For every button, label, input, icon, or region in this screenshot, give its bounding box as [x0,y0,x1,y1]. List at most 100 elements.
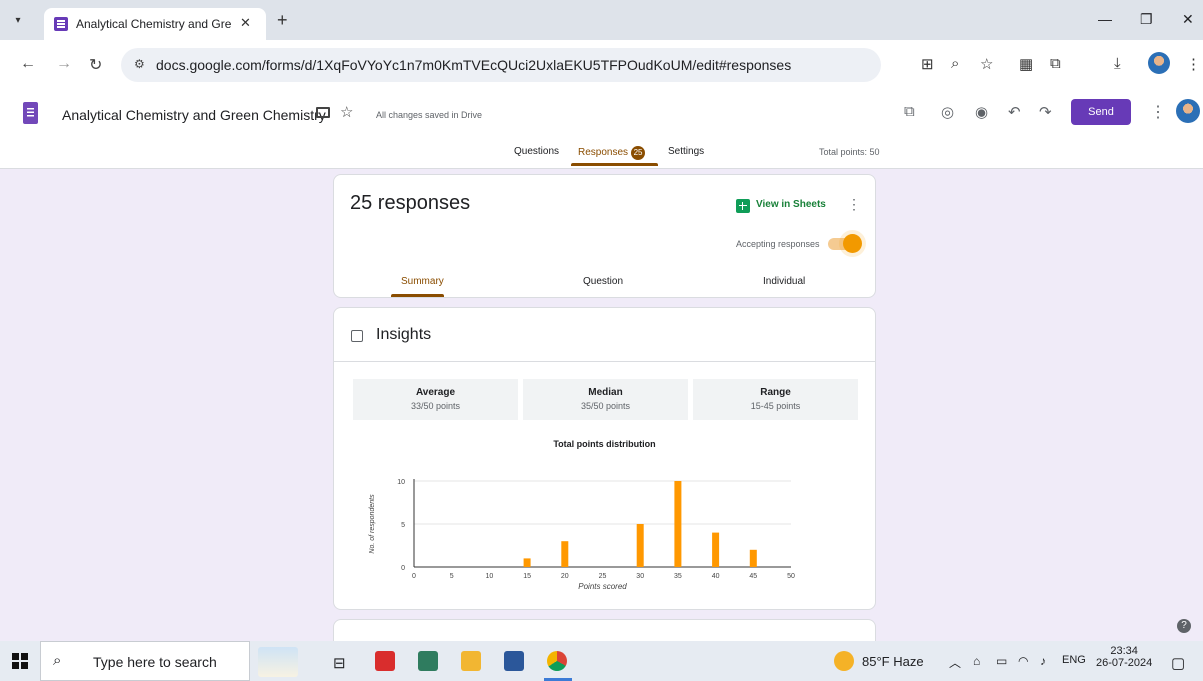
undo-icon[interactable]: ↶ [1008,103,1021,121]
back-icon[interactable]: ← [20,55,36,73]
bar [523,558,531,567]
address-bar[interactable]: ⚙ docs.google.com/forms/d/1XqFoVYoYc1n7m… [121,48,881,82]
browser-tab[interactable]: Analytical Chemistry and Green ✕ [44,8,266,40]
wifi-icon[interactable]: ◠ [1018,654,1028,668]
forms-favicon-icon [54,17,68,31]
y-tick-label: 0 [401,565,405,572]
url-text[interactable]: docs.google.com/forms/d/1XqFoVYoYc1n7m0K… [156,57,791,73]
total-points: Total points: 50 [819,147,880,157]
points-distribution-chart: 0 5 10 0 5 10 15 20 25 30 35 40 45 50 Points scored No.… [369,479,795,591]
x-axis-label: Points scored [578,582,627,591]
onedrive-icon[interactable]: ⌂ [973,654,980,668]
weather-text[interactable]: 85°F Haze [862,654,924,669]
chrome-icon[interactable] [547,651,567,671]
more-options-icon[interactable]: ⋮ [1150,102,1166,122]
task-view-icon[interactable]: ⊟ [333,654,346,672]
subtab-individual[interactable]: Individual [763,276,805,287]
bar [636,524,644,567]
send-button[interactable]: Send [1071,99,1131,125]
reload-icon[interactable]: ↻ [89,55,102,75]
zoom-icon[interactable]: ⌕ [951,55,959,72]
addons-icon[interactable]: ⧉ [904,103,915,120]
forms-header: Analytical Chemistry and Green Chemistry… [0,90,1203,169]
browser-tab-strip: ▾ Analytical Chemistry and Green ✕ + — ❐… [0,0,1203,40]
profile-avatar[interactable] [1148,52,1170,74]
x-tick-label: 20 [561,573,569,580]
responses-menu-icon[interactable]: ⋮ [847,196,861,213]
bar [749,549,757,567]
language-indicator[interactable]: ENG [1062,654,1086,666]
x-tick-label: 5 [450,573,454,580]
tab-title: Analytical Chemistry and Green [76,17,231,31]
sheets-icon[interactable] [736,199,750,213]
stat-average: Average 33/50 points [353,379,518,420]
subtab-indicator [391,294,444,297]
stat-label: Median [588,387,623,398]
close-tab-icon[interactable]: ✕ [240,15,251,31]
x-tick-label: 35 [674,573,682,580]
tab-search-icon[interactable]: ▾ [10,13,26,29]
responses-count: 25 responses [350,192,471,214]
tab-questions[interactable]: Questions [514,146,559,157]
word-icon[interactable] [504,651,524,671]
weather-icon[interactable] [834,651,854,671]
x-tick-label: 30 [636,573,644,580]
restore-icon[interactable]: ❐ [1140,11,1153,28]
taskbar-search-placeholder[interactable]: Type here to search [93,654,217,670]
forms-logo-icon[interactable] [23,102,38,124]
x-tick-label: 10 [486,573,494,580]
notifications-icon[interactable]: ▢ [1171,654,1185,672]
minimize-icon[interactable]: — [1098,11,1112,27]
y-tick-label: 10 [397,479,405,486]
chart-title: Total points distribution [553,439,656,449]
move-to-folder-icon[interactable] [316,107,330,118]
extensions-puzzle-icon[interactable]: ⧉ [1050,55,1061,72]
responses-count-badge: 25 [631,146,646,160]
extension-icon[interactable]: ▦ [1019,55,1033,73]
acrobat-icon[interactable] [375,651,395,671]
search-highlight-image-icon[interactable] [258,647,298,677]
star-icon[interactable]: ☆ [340,103,353,121]
redo-icon[interactable]: ↷ [1039,103,1052,121]
stat-range: Range 15-45 points [693,379,858,420]
forward-icon[interactable]: → [56,55,72,73]
help-icon[interactable]: ? [1177,619,1191,633]
bookmark-star-icon[interactable]: ☆ [980,55,993,73]
toggle-knob[interactable] [843,234,862,253]
tab-responses[interactable]: Responses 25 [578,146,646,160]
taskbar-clock[interactable]: 23:34 26-07-2024 [1096,645,1152,669]
windows-start-icon[interactable] [12,653,28,669]
preview-eye-icon[interactable]: ◉ [975,103,988,121]
download-icon[interactable]: ⤓ [1114,55,1121,72]
subtab-question[interactable]: Question [583,276,623,287]
bar [674,481,682,567]
volume-icon[interactable]: ♪ [1040,654,1046,668]
calculator-icon[interactable] [418,651,438,671]
tab-settings[interactable]: Settings [668,146,704,157]
stat-value: 35/50 points [580,401,631,411]
taskbar-search-box[interactable]: ⌕ Type here to search [40,641,250,681]
divider [334,361,875,362]
battery-icon[interactable]: ▭ [996,654,1007,668]
tray-chevron-icon[interactable]: ︿ [949,654,961,671]
palette-icon[interactable]: ◎ [941,103,954,121]
form-title[interactable]: Analytical Chemistry and Green Chemistry [62,107,326,123]
new-tab-icon[interactable]: + [277,11,288,29]
x-tick-label: 0 [412,573,416,580]
stat-label: Range [760,387,791,398]
view-in-sheets-link[interactable]: View in Sheets [756,199,826,210]
browser-toolbar: ← → ↻ ⚙ docs.google.com/forms/d/1XqFoVYo… [0,40,1203,90]
subtab-summary[interactable]: Summary [401,276,444,287]
x-tick-label: 15 [523,573,531,580]
insights-card: Insights Average 33/50 points Median 35/… [333,307,876,610]
y-axis-label: No. of respondents [369,494,376,554]
file-explorer-icon[interactable] [461,651,481,671]
account-avatar[interactable] [1176,99,1200,123]
y-tick-label: 5 [401,522,405,529]
close-window-icon[interactable]: ✕ [1182,11,1194,28]
browser-menu-icon[interactable]: ⋮ [1186,55,1201,73]
x-tick-label: 40 [712,573,720,580]
active-tab-indicator [571,163,658,166]
translate-icon[interactable]: ⊞ [921,55,934,73]
site-info-icon[interactable]: ⚙ [134,57,145,71]
